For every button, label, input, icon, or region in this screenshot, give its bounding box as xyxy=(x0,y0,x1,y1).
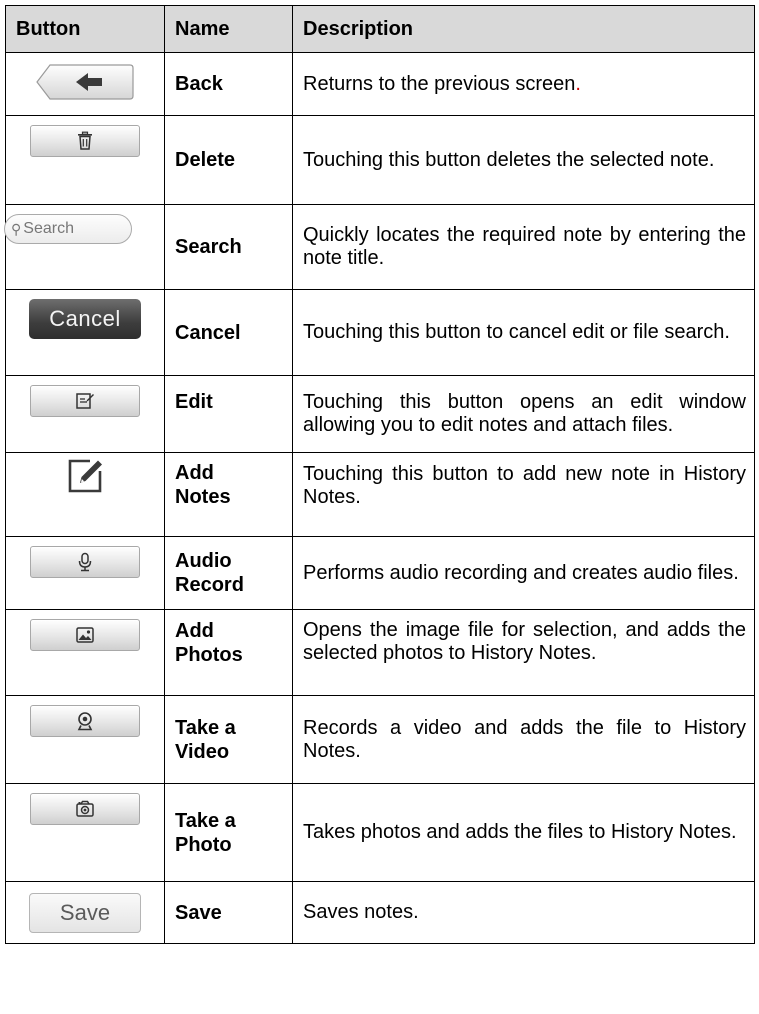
back-arrow-icon xyxy=(36,63,134,100)
back-button[interactable] xyxy=(36,63,134,101)
edit-button[interactable] xyxy=(30,385,140,417)
add-notes-button[interactable] xyxy=(66,459,104,499)
row-name: Add xyxy=(175,462,214,484)
row-name-line2: Photos xyxy=(175,644,243,666)
table-row: Save Save Saves notes. xyxy=(5,881,755,944)
header-button: Button xyxy=(5,5,165,53)
table-row: Audio Record Performs audio recording an… xyxy=(5,536,755,610)
delete-button[interactable] xyxy=(30,125,140,157)
camera-icon xyxy=(76,800,94,817)
row-name: Back xyxy=(175,73,223,95)
row-description: Performs audio recording and creates aud… xyxy=(303,561,739,584)
add-photos-button[interactable] xyxy=(30,619,140,651)
row-name: Take a xyxy=(175,809,236,832)
row-description: Touching this button opens an edit windo… xyxy=(303,391,746,436)
row-description-suffix: . xyxy=(575,72,581,95)
take-video-button[interactable] xyxy=(30,705,140,737)
table-header-row: Button Name Description xyxy=(5,5,755,53)
row-description: Touching this button deletes the selecte… xyxy=(303,148,715,171)
webcam-icon xyxy=(77,712,93,731)
row-description: Opens the image file for selection, and … xyxy=(303,619,746,664)
row-description: Quickly locates the required note by ent… xyxy=(303,224,746,269)
row-description: Takes photos and adds the files to Histo… xyxy=(303,821,737,843)
audio-record-button[interactable] xyxy=(30,546,140,578)
row-name-line2: Video xyxy=(175,740,230,763)
row-name: Take a xyxy=(175,716,236,739)
row-name-line2: Notes xyxy=(175,486,231,508)
table-row: Edit Touching this button opens an edit … xyxy=(5,375,755,453)
image-icon xyxy=(76,627,94,643)
search-button[interactable]: ⚲ Search xyxy=(4,214,132,244)
row-description: Saves notes. xyxy=(303,901,419,923)
edit-icon xyxy=(76,393,94,409)
row-description: Touching this button to cancel edit or f… xyxy=(303,321,730,343)
trash-icon xyxy=(78,131,92,150)
row-description: Touching this button to add new note in … xyxy=(303,463,746,508)
table-row: ⚲ Search Search Quickly locates the requ… xyxy=(4,204,755,290)
table-row: Take a Photo Takes photos and adds the f… xyxy=(5,783,755,882)
cancel-button[interactable]: Cancel xyxy=(29,299,141,339)
row-name: Cancel xyxy=(175,321,241,344)
save-button[interactable]: Save xyxy=(29,892,141,933)
header-name: Name xyxy=(164,5,293,53)
row-name-line2: Record xyxy=(175,574,244,596)
table-row: Back Returns to the previous screen. xyxy=(5,52,755,116)
row-name: Edit xyxy=(175,391,213,413)
row-name: Delete xyxy=(175,149,236,171)
header-description: Description xyxy=(292,5,755,53)
table-row: Take a Video Records a video and adds th… xyxy=(5,695,755,784)
row-name: Save xyxy=(175,901,222,924)
row-name: Audio xyxy=(175,550,232,572)
button-reference-table: Button Name Description Back Returns to … xyxy=(4,5,755,944)
table-row: Add Photos Opens the image file for sele… xyxy=(5,609,755,696)
table-row: Delete Touching this button deletes the … xyxy=(5,115,755,205)
row-name-line2: Photo xyxy=(175,833,232,856)
row-name: Search xyxy=(175,236,242,258)
take-photo-button[interactable] xyxy=(30,793,140,825)
search-button-label: Search xyxy=(23,220,74,237)
row-description: Records a video and adds the file to His… xyxy=(303,716,746,762)
table-row: Add Notes Touching this button to add ne… xyxy=(5,452,755,537)
row-name: Add xyxy=(175,620,214,642)
search-icon: ⚲ xyxy=(11,220,22,237)
table-row: Cancel Cancel Touching this button to ca… xyxy=(5,289,755,376)
microphone-icon xyxy=(78,552,92,572)
add-note-icon xyxy=(68,459,102,493)
row-description: Returns to the previous screen xyxy=(303,72,576,95)
